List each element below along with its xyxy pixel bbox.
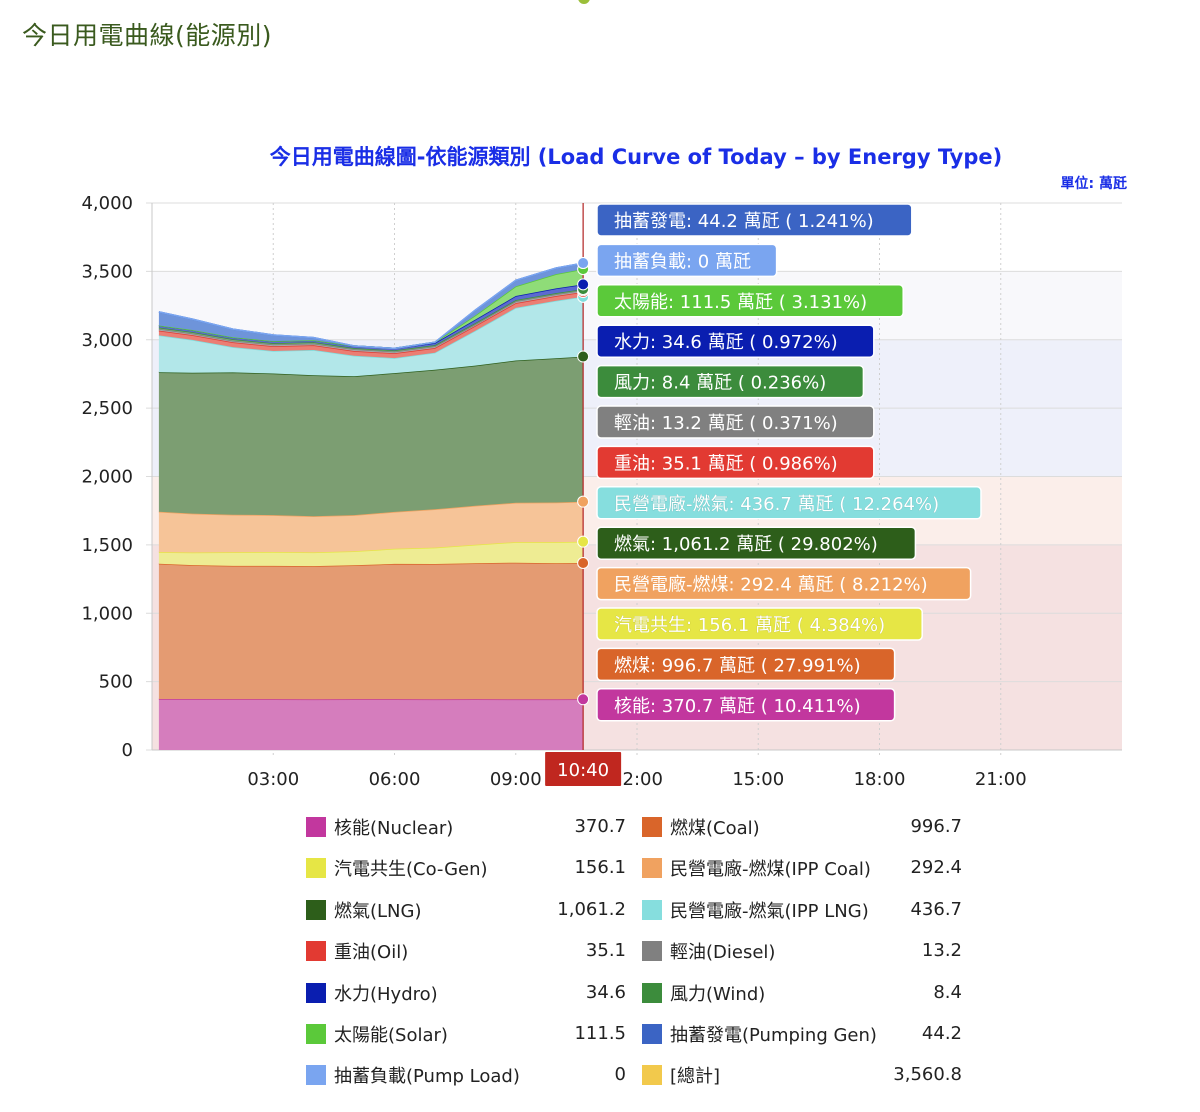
legend-label: 民營電廠-燃氣(IPP LNG) <box>670 900 869 922</box>
x-tick-label: 15:00 <box>732 769 784 790</box>
tooltip-label: 輕油: 13.2 萬瓩 ( 0.371%) <box>614 413 838 434</box>
legend-label: 重油(Oil) <box>334 942 409 964</box>
unit-label: 單位: 萬瓩 <box>1061 175 1127 192</box>
legend-label: 抽蓄發電(Pumping Gen) <box>670 1025 877 1046</box>
legend-item[interactable]: 核能(Nuclear) <box>306 812 453 842</box>
x-tick-label: 06:00 <box>369 769 421 790</box>
tooltip-label: 抽蓄負載: 0 萬瓩 <box>614 251 751 272</box>
legend-value: 1,061.2 <box>557 898 626 920</box>
x-tick-label: 21:00 <box>975 769 1027 790</box>
legend-value: 0 <box>614 1064 626 1086</box>
current-value-marker <box>577 257 590 270</box>
legend-swatch <box>306 899 326 920</box>
legend-swatch <box>642 817 662 837</box>
legend-label: 汽電共生(Co-Gen) <box>334 859 488 881</box>
legend-value: 34.6 <box>585 981 626 1003</box>
legend-item[interactable]: 輕油(Diesel) <box>642 936 775 966</box>
legend-item[interactable]: 抽蓄負載(Pump Load) <box>306 1060 520 1090</box>
legend-item[interactable]: 燃煤(Coal) <box>642 812 760 842</box>
current-value-marker <box>577 495 590 508</box>
legend-item[interactable]: 太陽能(Solar) <box>306 1019 448 1049</box>
legend-swatch <box>306 817 326 837</box>
legend-value: 996.7 <box>910 816 962 837</box>
legend-value: 370.7 <box>574 816 626 837</box>
current-value-marker <box>577 693 590 706</box>
chart-title: 今日用電曲線圖-依能源類別 (Load Curve of Today – by … <box>270 145 1002 169</box>
legend-label: 水力(Hydro) <box>334 983 438 1005</box>
load-curve-chart: 0 500 1,000 1,500 2,000 2,500 3,000 3,500 4,000 0… <box>81 145 1127 790</box>
legend-label: 核能(Nuclear) <box>334 818 454 839</box>
legend-swatch <box>642 899 662 920</box>
legend-swatch <box>306 1024 326 1044</box>
y-tick-label: 2,500 <box>81 398 133 419</box>
tooltip-label: 核能: 370.7 萬瓩 ( 10.411%) <box>614 696 861 717</box>
legend-item[interactable]: 燃氣(LNG) <box>306 895 422 925</box>
legend-value: 35.1 <box>585 940 626 962</box>
legend-label: 輕油(Diesel) <box>670 942 776 964</box>
tooltip-label: 民營電廠-燃氣: 436.7 萬瓩 ( 12.264%) <box>614 493 939 515</box>
legend-label: 抽蓄負載(Pump Load) <box>334 1066 520 1088</box>
legend-value: 111.5 <box>574 1023 626 1044</box>
legend-value: 292.4 <box>910 857 962 879</box>
legend-label: 風力(Wind) <box>670 983 766 1005</box>
legend-item[interactable]: 汽電共生(Co-Gen) <box>306 853 488 883</box>
x-tick-label: 09:00 <box>490 769 542 790</box>
legend-label: 太陽能(Solar) <box>334 1025 448 1046</box>
legend-swatch <box>642 1065 662 1086</box>
legend-swatch <box>642 1024 662 1044</box>
y-tick-label: 1,500 <box>81 535 133 556</box>
area-series <box>158 356 584 517</box>
legend-label: 燃氣(LNG) <box>334 900 422 922</box>
current-value-marker <box>577 557 590 570</box>
x-tick-label: 03:00 <box>247 769 299 790</box>
legend-swatch <box>306 982 326 1003</box>
current-value-marker <box>577 350 590 363</box>
legend-swatch <box>642 858 662 879</box>
y-tick-label: 1,000 <box>81 603 133 624</box>
tooltip-label: 風力: 8.4 萬瓩 ( 0.236%) <box>614 373 826 394</box>
legend-swatch <box>306 858 326 879</box>
legend-swatch <box>306 1065 326 1086</box>
y-tick-label: 0 <box>122 740 133 761</box>
y-tick-label: 3,500 <box>81 261 133 282</box>
legend-item[interactable]: 民營電廠-燃氣(IPP LNG) <box>642 895 869 925</box>
legend-item[interactable]: [總計] <box>642 1060 720 1090</box>
y-tick-label: 500 <box>99 672 133 693</box>
legend-item[interactable]: 民營電廠-燃煤(IPP Coal) <box>642 853 871 883</box>
current-value-marker <box>577 278 590 291</box>
legend-swatch <box>642 941 662 962</box>
y-tick-label: 4,000 <box>81 193 133 214</box>
legend-value: 3,560.8 <box>893 1064 962 1086</box>
area-series <box>158 562 584 700</box>
legend-swatch <box>306 941 326 962</box>
current-time-label: 10:40 <box>557 760 609 781</box>
current-value-marker <box>577 535 590 548</box>
legend-label: 燃煤(Coal) <box>670 818 760 839</box>
legend-value: 156.1 <box>574 857 626 879</box>
tooltip-label: 民營電廠-燃煤: 292.4 萬瓩 ( 8.212%) <box>614 574 928 596</box>
tooltip-label: 抽蓄發電: 44.2 萬瓩 ( 1.241%) <box>614 211 874 232</box>
tooltip-label: 燃氣: 1,061.2 萬瓩 ( 29.802%) <box>614 534 878 555</box>
legend-item[interactable]: 抽蓄發電(Pumping Gen) <box>642 1019 877 1049</box>
y-tick-label: 2,000 <box>81 467 133 488</box>
legend-swatch <box>642 982 662 1003</box>
tooltip-label: 重油: 35.1 萬瓩 ( 0.986%) <box>614 453 838 474</box>
legend-item[interactable]: 風力(Wind) <box>642 978 765 1008</box>
legend-item[interactable]: 水力(Hydro) <box>306 978 438 1008</box>
tooltip-label: 水力: 34.6 萬瓩 ( 0.972%) <box>614 332 838 353</box>
tooltip-label: 燃煤: 996.7 萬瓩 ( 27.991%) <box>614 655 861 676</box>
legend-label: [總計] <box>670 1066 721 1088</box>
x-tick-label: 18:00 <box>854 769 906 790</box>
y-tick-label: 3,000 <box>81 330 133 351</box>
legend-label: 民營電廠-燃煤(IPP Coal) <box>670 859 871 881</box>
legend-value: 44.2 <box>921 1023 962 1044</box>
tooltip-label: 太陽能: 111.5 萬瓩 ( 3.131%) <box>614 292 867 313</box>
legend-value: 436.7 <box>910 898 962 920</box>
legend-value: 13.2 <box>921 940 962 962</box>
tooltip-label: 汽電共生: 156.1 萬瓩 ( 4.384%) <box>614 615 885 636</box>
legend-item[interactable]: 重油(Oil) <box>306 936 408 966</box>
area-series <box>158 699 584 750</box>
legend-value: 8.4 <box>933 981 962 1003</box>
